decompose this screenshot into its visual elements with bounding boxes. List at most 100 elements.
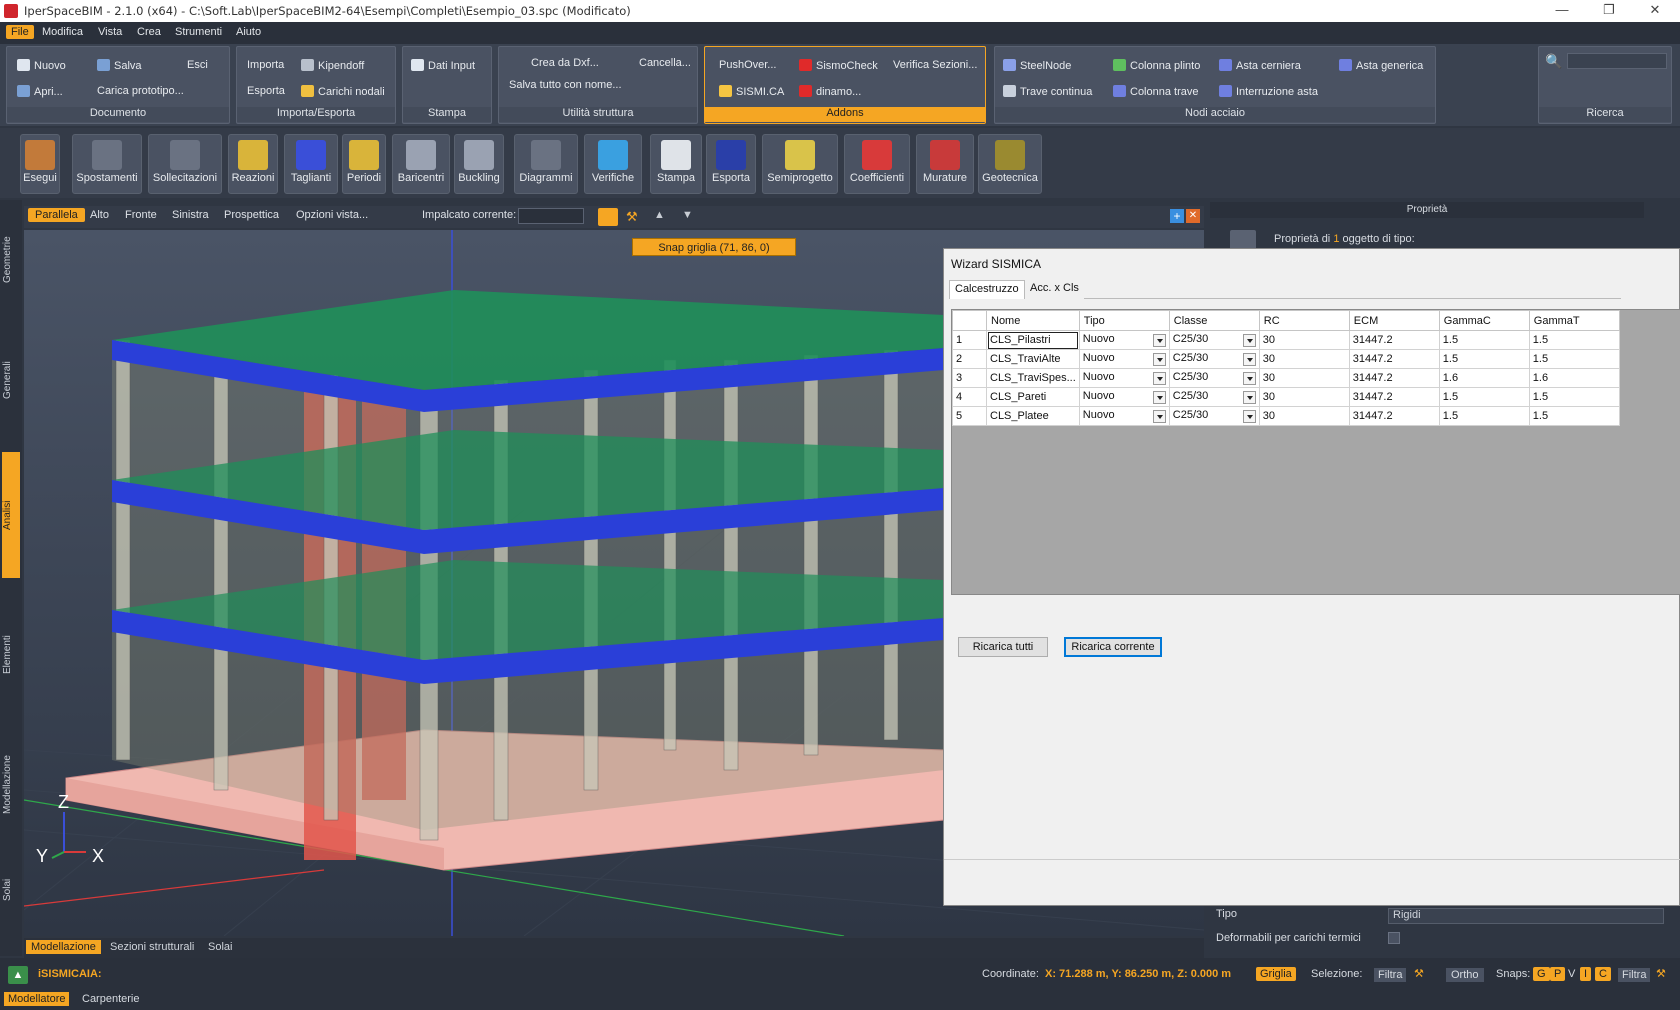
cell-tipo[interactable]: Nuovo [1078, 368, 1170, 388]
esporta-button[interactable]: Esporta [247, 85, 285, 97]
cell-classe[interactable]: C25/30 [1168, 387, 1260, 407]
cell-rc[interactable]: 30 [1258, 368, 1350, 388]
cell-classe[interactable]: C25/30 [1168, 349, 1260, 369]
tab-calcestruzzo[interactable]: Calcestruzzo [949, 280, 1025, 299]
add-view-icon[interactable]: + [1170, 209, 1184, 223]
table-row[interactable]: 4 CLS_Pareti Nuovo C25/30 30 31447.2 1.5 1.5 [952, 387, 1620, 407]
snap-p[interactable]: P [1550, 967, 1566, 981]
cell-gammac[interactable]: 1.5 [1438, 349, 1530, 369]
col-nome[interactable]: Nome [986, 310, 1080, 331]
baricentri-button[interactable]: Baricentri [392, 134, 450, 194]
nuovo-button[interactable]: Nuovo [17, 59, 66, 72]
periodi-button[interactable]: Periodi [342, 134, 386, 194]
row-number[interactable]: 4 [952, 387, 987, 407]
cancella-button[interactable]: Cancella... [639, 57, 691, 69]
salva-button[interactable]: Salva [97, 59, 142, 72]
col-gammac[interactable]: GammaC [1438, 310, 1530, 331]
asta-cerniera-button[interactable]: Asta cerniera [1219, 59, 1301, 72]
close-icon[interactable]: ✕ [1638, 2, 1672, 18]
chevron-down-icon[interactable] [1242, 391, 1256, 404]
verifiche-button[interactable]: Verifiche [584, 134, 642, 194]
diagrammi-button[interactable]: Diagrammi [514, 134, 578, 194]
cell-ecm[interactable]: 31447.2 [1348, 387, 1440, 407]
wrench-status-icon[interactable]: ⚒ [1414, 967, 1424, 980]
interruzione-asta-button[interactable]: Interruzione asta [1219, 85, 1318, 98]
asta-generica-button[interactable]: Asta generica [1339, 59, 1423, 72]
cell-ecm[interactable]: 31447.2 [1348, 330, 1440, 350]
cell-gammat[interactable]: 1.6 [1528, 368, 1620, 388]
dati-input-button[interactable]: Dati Input [411, 59, 475, 72]
colonna-plinto-button[interactable]: Colonna plinto [1113, 59, 1200, 72]
table-row[interactable]: 3 CLS_TraviSpes... Nuovo C25/30 30 31447.2 1.6… [952, 368, 1620, 388]
cell-classe[interactable]: C25/30 [1168, 330, 1260, 350]
cell-gammat[interactable]: 1.5 [1528, 330, 1620, 350]
minimize-icon[interactable]: — [1545, 2, 1579, 17]
cell-gammac[interactable]: 1.5 [1438, 387, 1530, 407]
tab-generali[interactable]: Generali [2, 340, 20, 420]
down-arrow-icon[interactable]: ▼ [682, 209, 693, 221]
sismica-button[interactable]: SISMI.CA [719, 85, 784, 98]
table-row[interactable]: 5 CLS_Platee Nuovo C25/30 30 31447.2 1.5 1.5 [952, 406, 1620, 426]
row-number[interactable]: 5 [952, 406, 987, 426]
cell-rc[interactable]: 30 [1258, 330, 1350, 350]
up-arrow-icon[interactable]: ▲ [654, 209, 665, 221]
tab-modellatore[interactable]: Modellatore [4, 992, 70, 1006]
stampa-button[interactable]: Stampa [650, 134, 702, 194]
carica-prototipo-button[interactable]: Carica prototipo... [97, 85, 184, 97]
griglia-toggle[interactable]: Griglia [1256, 967, 1296, 981]
cell-tipo[interactable]: Nuovo [1078, 406, 1170, 426]
cell-gammat[interactable]: 1.5 [1528, 387, 1620, 407]
up-arrow-status-icon[interactable]: ▲ [8, 966, 28, 984]
search-icon[interactable]: 🔍 [1545, 53, 1562, 70]
cell-gammat[interactable]: 1.5 [1528, 349, 1620, 369]
chevron-down-icon[interactable] [1152, 353, 1166, 366]
cell-rc[interactable]: 30 [1258, 406, 1350, 426]
menu-file[interactable]: File [6, 25, 34, 39]
trave-continua-button[interactable]: Trave continua [1003, 85, 1092, 98]
snap-i[interactable]: I [1580, 967, 1592, 981]
cell-nome[interactable]: CLS_Pilastri [986, 330, 1080, 350]
view-sinistra[interactable]: Sinistra [172, 209, 209, 221]
col-gammat[interactable]: GammaT [1528, 310, 1620, 331]
cell-tipo[interactable]: Nuovo [1078, 330, 1170, 350]
chevron-down-icon[interactable] [1152, 372, 1166, 385]
snap-g[interactable]: G [1533, 967, 1550, 981]
cell-rc[interactable]: 30 [1258, 349, 1350, 369]
importa-button[interactable]: Importa [247, 59, 284, 71]
cell-nome[interactable]: CLS_TraviSpes... [986, 368, 1080, 388]
cell-gammac[interactable]: 1.6 [1438, 368, 1530, 388]
crea-dxf-button[interactable]: Crea da Dxf... [531, 57, 599, 69]
lock-icon[interactable] [598, 208, 618, 226]
ricarica-corrente-button[interactable]: Ricarica corrente [1064, 637, 1162, 657]
table-row[interactable]: 2 CLS_TraviAlte Nuovo C25/30 30 31447.2 1.5 1.5 [952, 349, 1620, 369]
row-number[interactable]: 1 [952, 330, 987, 350]
opzioni-vista-button[interactable]: Opzioni vista... [296, 209, 368, 221]
cell-gammat[interactable]: 1.5 [1528, 406, 1620, 426]
cell-rc[interactable]: 30 [1258, 387, 1350, 407]
colonna-trave-button[interactable]: Colonna trave [1113, 85, 1199, 98]
sismocheck-button[interactable]: SismoCheck [799, 59, 878, 72]
wrench-icon[interactable]: ⚒ [626, 209, 642, 225]
restore-icon[interactable]: ❐ [1592, 2, 1626, 18]
col-ecm[interactable]: ECM [1348, 310, 1440, 331]
menu-crea[interactable]: Crea [137, 26, 161, 38]
menu-modifica[interactable]: Modifica [42, 26, 83, 38]
view-parallela[interactable]: Parallela [28, 208, 85, 222]
cell-classe[interactable]: C25/30 [1168, 368, 1260, 388]
cell-gammac[interactable]: 1.5 [1438, 406, 1530, 426]
cell-nome[interactable]: CLS_TraviAlte [986, 349, 1080, 369]
tab-modellazione[interactable]: Modellazione [2, 730, 20, 840]
row-number[interactable]: 3 [952, 368, 987, 388]
cell-ecm[interactable]: 31447.2 [1348, 406, 1440, 426]
tab-analisi[interactable]: Analisi [2, 452, 20, 578]
menu-aiuto[interactable]: Aiuto [236, 26, 261, 38]
chevron-down-icon[interactable] [1242, 353, 1256, 366]
tab-geometrie[interactable]: Geometrie [2, 220, 20, 300]
chevron-down-icon[interactable] [1152, 391, 1166, 404]
tab-modellazione-view[interactable]: Modellazione [26, 940, 101, 954]
snap-v[interactable]: V [1568, 968, 1575, 980]
tab-carpenterie[interactable]: Carpenterie [82, 993, 139, 1005]
tab-solai-view[interactable]: Solai [208, 941, 232, 953]
taglianti-button[interactable]: Taglianti [284, 134, 338, 194]
ricarica-tutti-button[interactable]: Ricarica tutti [958, 637, 1048, 657]
